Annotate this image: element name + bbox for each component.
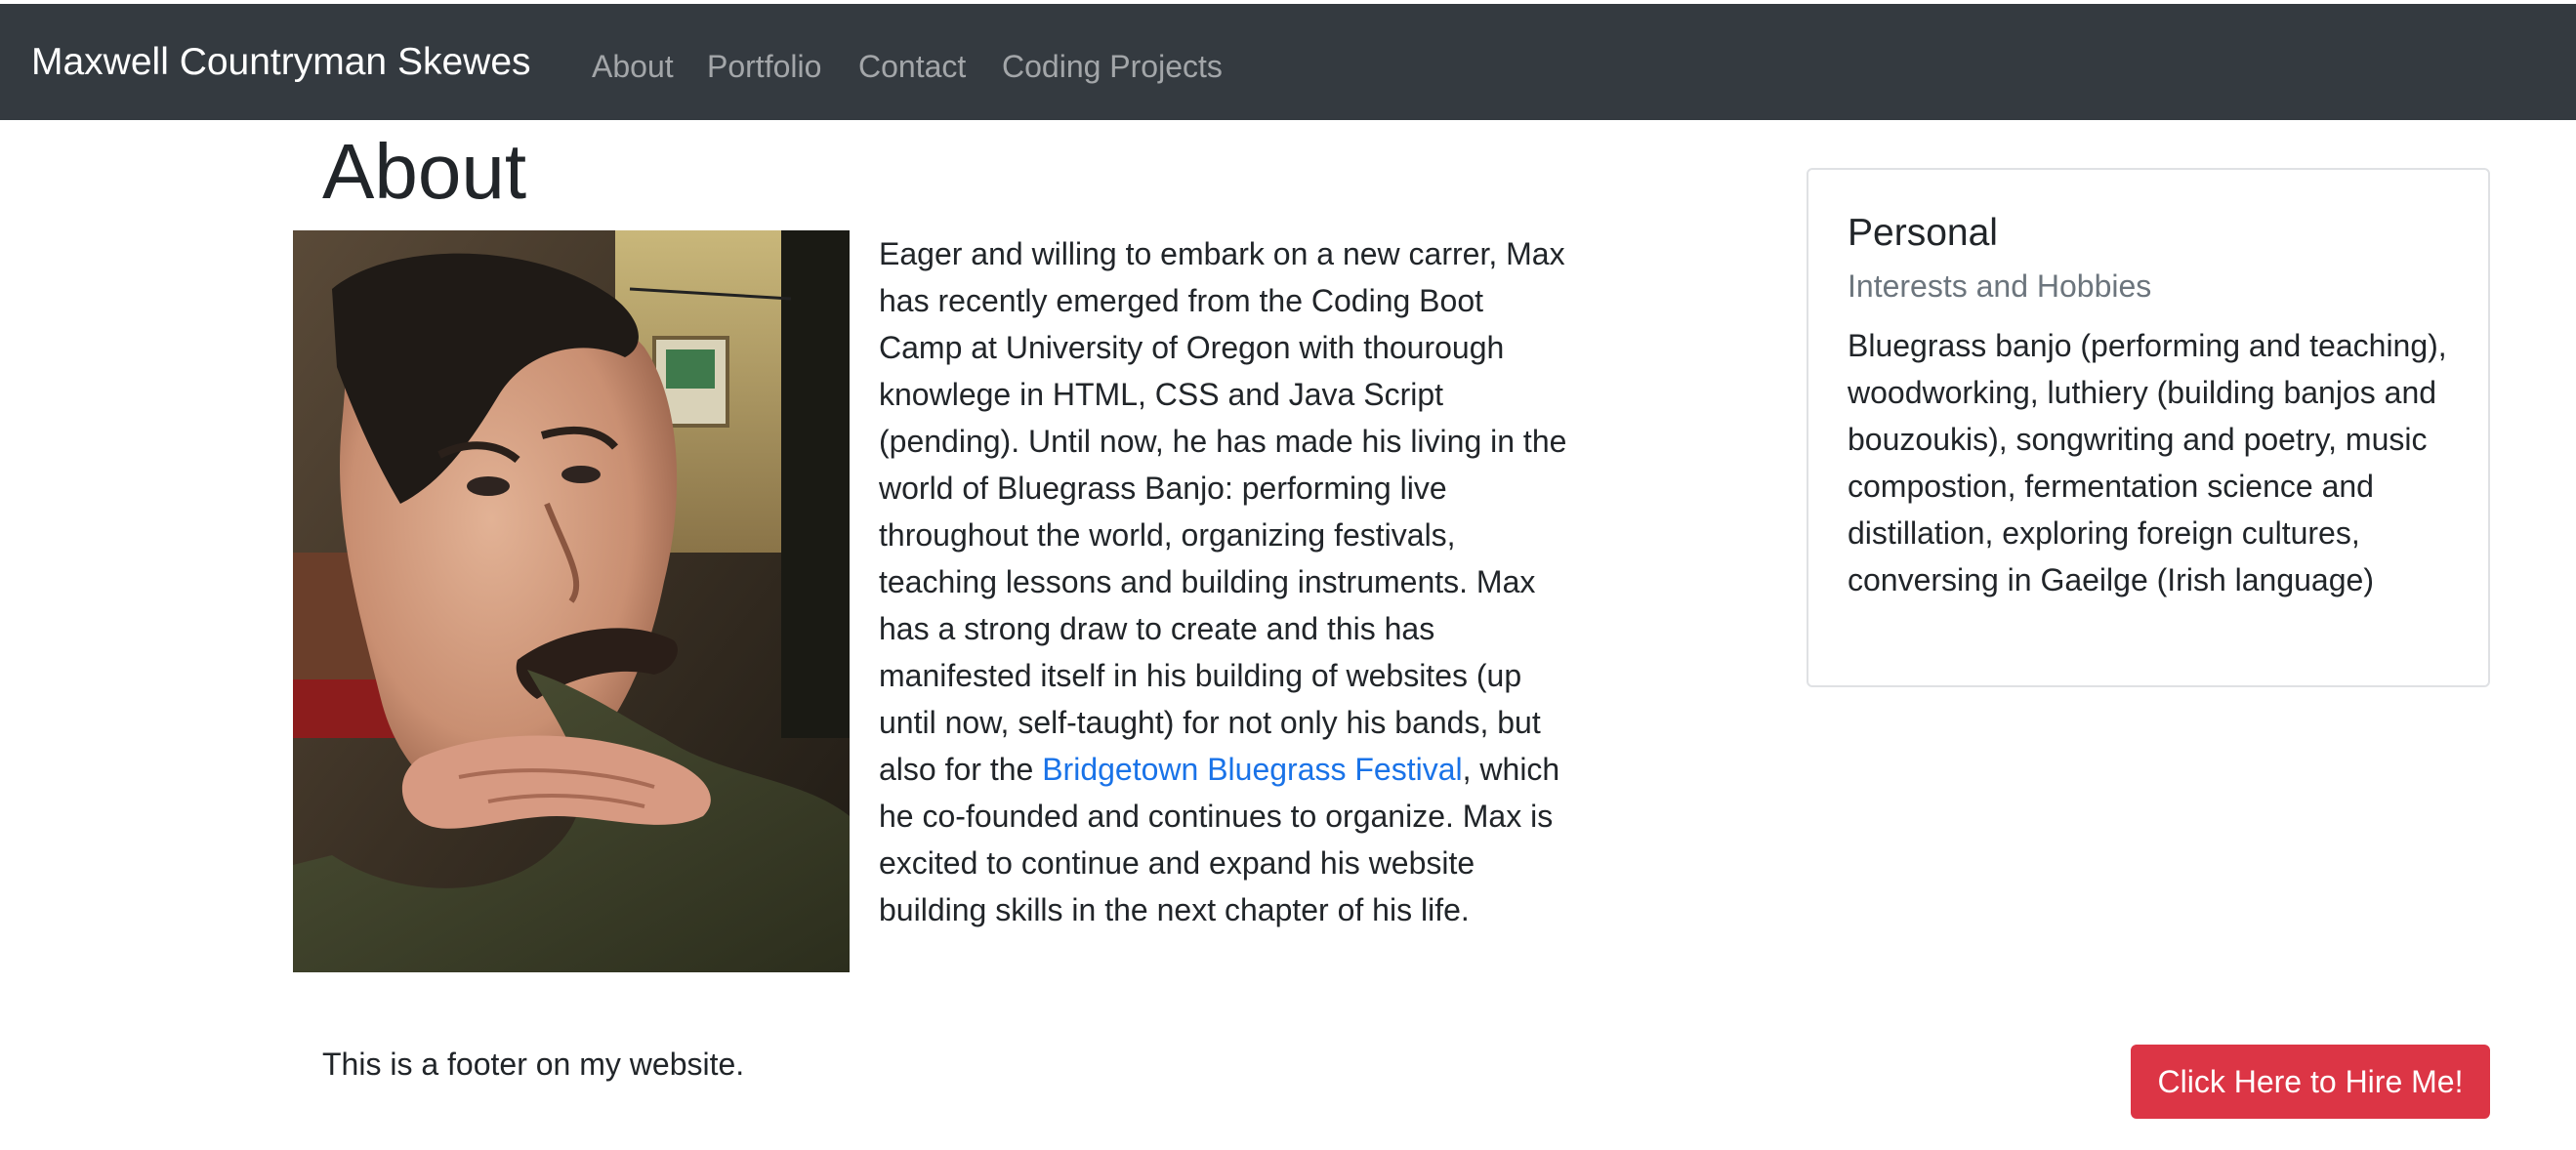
personal-card: Personal Interests and Hobbies Bluegrass… bbox=[1807, 168, 2490, 687]
card-title: Personal bbox=[1848, 212, 1998, 254]
card-text: Bluegrass banjo (performing and teaching… bbox=[1848, 328, 2447, 597]
page-title: About bbox=[322, 128, 527, 215]
top-navbar: Maxwell Countryman Skewes About Portfoli… bbox=[0, 4, 2576, 120]
profile-photo bbox=[293, 230, 850, 972]
bio-paragraph: Eager and willing to embark on a new car… bbox=[879, 230, 1574, 933]
bio-text-start: Eager and willing to embark on a new car… bbox=[879, 236, 1567, 787]
nav-link-coding-projects[interactable]: Coding Projects bbox=[1002, 43, 1223, 90]
nav-link-about[interactable]: About bbox=[592, 43, 674, 90]
card-subtitle: Interests and Hobbies bbox=[1848, 268, 2152, 304]
footer-text: This is a footer on my website. bbox=[322, 1047, 745, 1082]
nav-link-contact[interactable]: Contact bbox=[858, 43, 966, 90]
nav-link-portfolio[interactable]: Portfolio bbox=[707, 43, 821, 90]
festival-link[interactable]: Bridgetown Bluegrass Festival bbox=[1042, 752, 1462, 787]
brand-name[interactable]: Maxwell Countryman Skewes bbox=[31, 37, 531, 88]
hire-me-button[interactable]: Click Here to Hire Me! bbox=[2131, 1045, 2490, 1119]
